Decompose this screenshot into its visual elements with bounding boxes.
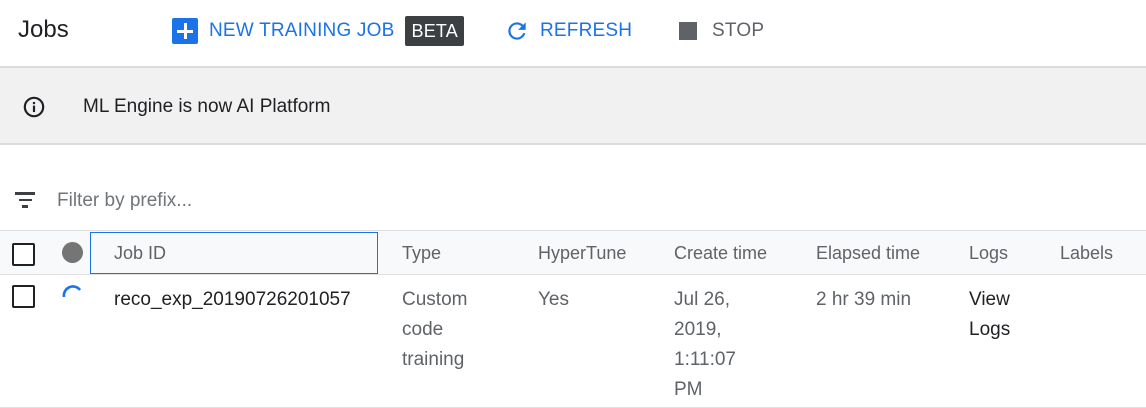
- refresh-label: REFRESH: [540, 20, 633, 41]
- column-header-hypertune[interactable]: HyperTune: [538, 243, 626, 264]
- beta-badge: BETA: [405, 16, 464, 46]
- view-logs-link[interactable]: View Logs: [969, 285, 1010, 345]
- column-header-labels[interactable]: Labels: [1060, 243, 1113, 264]
- row-checkbox[interactable]: [12, 285, 35, 308]
- filter-bar: [0, 176, 1146, 226]
- refresh-button[interactable]: REFRESH: [504, 16, 632, 46]
- stop-icon: [679, 22, 697, 40]
- job-id-link[interactable]: reco_exp_20190726201057: [114, 285, 351, 315]
- type-line: training: [402, 349, 465, 370]
- type-line: code: [402, 319, 444, 340]
- create-time-line: PM: [674, 379, 703, 400]
- page-title: Jobs: [18, 16, 69, 43]
- column-header-create-time[interactable]: Create time: [674, 243, 767, 264]
- plus-box-icon: [172, 18, 198, 44]
- table-header: Job ID Type HyperTune Create time Elapse…: [0, 230, 1146, 275]
- banner-message: ML Engine is now AI Platform: [83, 96, 331, 117]
- type-cell: Custom code training: [402, 285, 467, 375]
- stop-button[interactable]: STOP: [679, 16, 764, 46]
- info-banner: ML Engine is now AI Platform: [0, 68, 1146, 145]
- create-time-line: 2019,: [674, 319, 722, 340]
- refresh-icon: [508, 22, 526, 40]
- hypertune-cell: Yes: [538, 289, 569, 310]
- column-header-type[interactable]: Type: [402, 243, 441, 264]
- create-time-cell: Jul 26, 2019, 1:11:07 PM: [674, 285, 736, 405]
- table-row[interactable]: reco_exp_20190726201057 Custom code trai…: [0, 275, 1146, 408]
- new-training-job-label: NEW TRAINING JOB: [209, 20, 395, 41]
- type-line: Custom: [402, 289, 468, 310]
- stop-label: STOP: [712, 20, 765, 41]
- filter-input[interactable]: [57, 186, 657, 216]
- elapsed-time-cell: 2 hr 39 min: [816, 289, 912, 310]
- column-header-job-id[interactable]: Job ID: [114, 243, 166, 264]
- new-training-job-button[interactable]: NEW TRAINING JOB BETA: [172, 16, 464, 46]
- column-header-elapsed-time[interactable]: Elapsed time: [816, 243, 920, 264]
- info-icon: [23, 96, 45, 118]
- create-time-line: 1:11:07: [674, 349, 736, 370]
- status-dot-icon: [62, 242, 83, 263]
- running-spinner-icon: [62, 285, 82, 298]
- view-logs-line: Logs: [969, 319, 1011, 340]
- toolbar: Jobs NEW TRAINING JOB BETA REFRESH STOP: [0, 0, 1146, 66]
- view-logs-line: View: [969, 289, 1010, 310]
- create-time-line: Jul 26,: [674, 289, 730, 310]
- column-header-logs[interactable]: Logs: [969, 243, 1008, 264]
- select-all-checkbox[interactable]: [12, 243, 35, 266]
- filter-list-icon[interactable]: [15, 192, 35, 208]
